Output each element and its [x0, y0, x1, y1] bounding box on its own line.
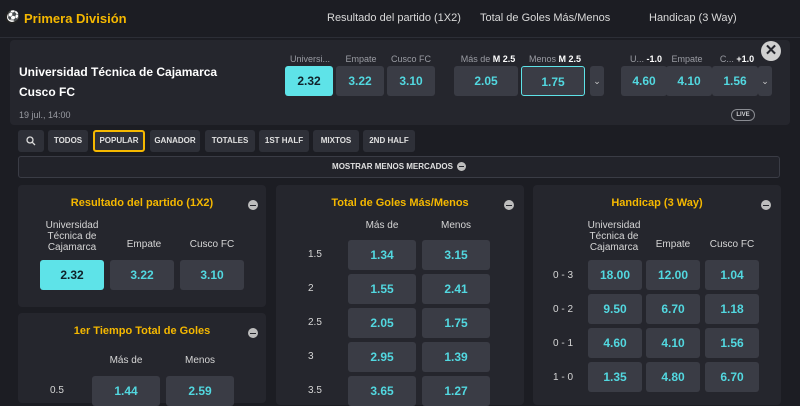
m2-label-over: Más de M 2.5 — [460, 54, 516, 64]
m2-label-under: Menos M 2.5 — [528, 54, 582, 64]
row-line: 0.5 — [50, 385, 64, 396]
away-team-name[interactable]: Cusco FC — [19, 85, 75, 99]
league-title[interactable]: Primera División — [24, 11, 127, 26]
collapse-icon[interactable] — [248, 328, 258, 338]
row-line: 2 — [308, 283, 314, 294]
odds-cell[interactable]: 18.00 — [588, 260, 642, 290]
odds-button-hcp-draw[interactable]: 4.10 — [666, 66, 712, 96]
odds-cell[interactable]: 12.00 — [646, 260, 700, 290]
panel-title: 1er Tiempo Total de Goles — [73, 325, 211, 337]
market-header-handicap: Handicap (3 Way) — [649, 12, 737, 24]
odds-cell[interactable]: 4.60 — [588, 328, 642, 358]
odds-button-away[interactable]: 3.10 — [387, 66, 435, 96]
odds-cell[interactable]: 2.41 — [422, 274, 490, 304]
chevron-down-icon[interactable]: ⌄ — [590, 66, 604, 96]
row-line: 1 - 0 — [553, 372, 574, 383]
odds-cell[interactable]: 9.50 — [588, 294, 642, 324]
market-panel-half-totals: 1er Tiempo Total de Goles Más de Menos 0… — [18, 313, 266, 406]
search-icon[interactable] — [18, 130, 44, 152]
col-header-away: Cusco FC — [189, 239, 235, 250]
odds-cell[interactable]: 1.35 — [588, 362, 642, 392]
market-panel-totals: Total de Goles Más/Menos Más de Menos 1.… — [276, 185, 524, 406]
odds-button-hcp-away[interactable]: 1.56 — [712, 66, 758, 96]
home-team-name[interactable]: Universidad Técnica de Cajamarca — [19, 65, 217, 79]
odds-cell[interactable]: 2.05 — [348, 308, 416, 338]
odds-button-under[interactable]: 1.75 — [521, 66, 585, 96]
market-panel-handicap: Handicap (3 Way) Universidad Técnica de … — [533, 185, 781, 405]
col-header-home: Universidad Técnica de Cajamarca — [45, 220, 99, 253]
col-header-draw: Empate — [655, 239, 691, 250]
odds-button-home[interactable]: 2.32 — [285, 66, 333, 96]
row-line: 3.5 — [308, 385, 322, 396]
odds-cell[interactable]: 3.65 — [348, 376, 416, 406]
tab-popular[interactable]: POPULAR — [93, 130, 145, 152]
soccer-ball-icon: ⚽ — [5, 10, 20, 24]
tab-totales[interactable]: TOTALES — [205, 130, 255, 152]
row-line: 0 - 2 — [553, 304, 574, 315]
m1-label-away: Cusco FC — [390, 54, 431, 64]
odds-cell[interactable]: 1.55 — [348, 274, 416, 304]
m1-label-home: Universi... — [289, 54, 330, 64]
close-icon[interactable]: ✕ — [761, 41, 781, 61]
odds-button-over[interactable]: 2.05 — [454, 66, 518, 96]
live-badge: LIVE — [731, 109, 755, 121]
collapse-icon[interactable] — [504, 200, 514, 210]
odds-cell[interactable]: 2.59 — [166, 376, 234, 406]
show-less-markets-button[interactable]: MOSTRAR MENOS MERCADOS — [18, 156, 780, 178]
odds-cell[interactable]: 1.27 — [422, 376, 490, 406]
minus-icon — [456, 162, 466, 172]
odds-cell[interactable]: 3.22 — [110, 260, 174, 290]
odds-cell[interactable]: 2.32 — [40, 260, 104, 290]
row-line: 2.5 — [308, 317, 322, 328]
odds-cell[interactable]: 1.44 — [92, 376, 160, 406]
odds-button-hcp-home[interactable]: 4.60 — [621, 66, 667, 96]
odds-cell[interactable]: 1.39 — [422, 342, 490, 372]
tab-todos[interactable]: TODOS — [48, 130, 88, 152]
odds-cell[interactable]: 6.70 — [646, 294, 700, 324]
panel-title: Total de Goles Más/Menos — [331, 197, 469, 209]
collapse-icon[interactable] — [248, 200, 258, 210]
odds-cell[interactable]: 4.80 — [646, 362, 700, 392]
panel-title: Resultado del partido (1X2) — [70, 197, 214, 209]
odds-cell[interactable]: 4.10 — [646, 328, 700, 358]
odds-button-draw[interactable]: 3.22 — [336, 66, 384, 96]
tab-mixtos[interactable]: MIXTOS — [313, 130, 359, 152]
odds-cell[interactable]: 1.18 — [705, 294, 759, 324]
row-line: 1.5 — [308, 249, 322, 260]
col-header-away: Cusco FC — [709, 239, 755, 250]
m3-label-away: C... +1.0 — [719, 54, 755, 64]
event-time: 19 jul., 14:00 — [19, 110, 71, 120]
market-panel-result: Resultado del partido (1X2) Universidad … — [18, 185, 266, 307]
tab-2nd-half[interactable]: 2ND HALF — [363, 130, 415, 152]
m3-label-home: U... -1.0 — [629, 54, 663, 64]
tab-1st-half[interactable]: 1ST HALF — [259, 130, 309, 152]
row-line: 0 - 3 — [553, 270, 574, 281]
market-header-1x2: Resultado del partido (1X2) — [327, 12, 461, 24]
col-header-over: Más de — [109, 355, 143, 366]
league-header: ⚽ Primera División Resultado del partido… — [0, 0, 800, 38]
m3-label-draw: Empate — [671, 54, 703, 64]
odds-cell[interactable]: 6.70 — [705, 362, 759, 392]
collapse-icon[interactable] — [761, 200, 771, 210]
odds-cell[interactable]: 1.34 — [348, 240, 416, 270]
row-line: 0 - 1 — [553, 338, 574, 349]
odds-cell[interactable]: 1.56 — [705, 328, 759, 358]
tab-ganador[interactable]: GANADOR — [150, 130, 200, 152]
market-header-totals: Total de Goles Más/Menos — [480, 12, 611, 24]
event-card: Universidad Técnica de Cajamarca Cusco F… — [10, 40, 790, 125]
odds-cell[interactable]: 3.15 — [422, 240, 490, 270]
chevron-down-icon[interactable]: ⌄ — [758, 66, 772, 96]
col-header-home: Universidad Técnica de Cajamarca — [587, 220, 641, 253]
col-header-under: Menos — [440, 220, 471, 231]
odds-cell[interactable]: 1.75 — [422, 308, 490, 338]
col-header-draw: Empate — [126, 239, 162, 250]
odds-cell[interactable]: 3.10 — [180, 260, 244, 290]
m1-label-draw: Empate — [345, 54, 377, 64]
row-line: 3 — [308, 351, 314, 362]
panel-title: Handicap (3 Way) — [611, 197, 703, 209]
col-header-under: Menos — [184, 355, 215, 366]
col-header-over: Más de — [365, 220, 399, 231]
odds-cell[interactable]: 2.95 — [348, 342, 416, 372]
odds-cell[interactable]: 1.04 — [705, 260, 759, 290]
